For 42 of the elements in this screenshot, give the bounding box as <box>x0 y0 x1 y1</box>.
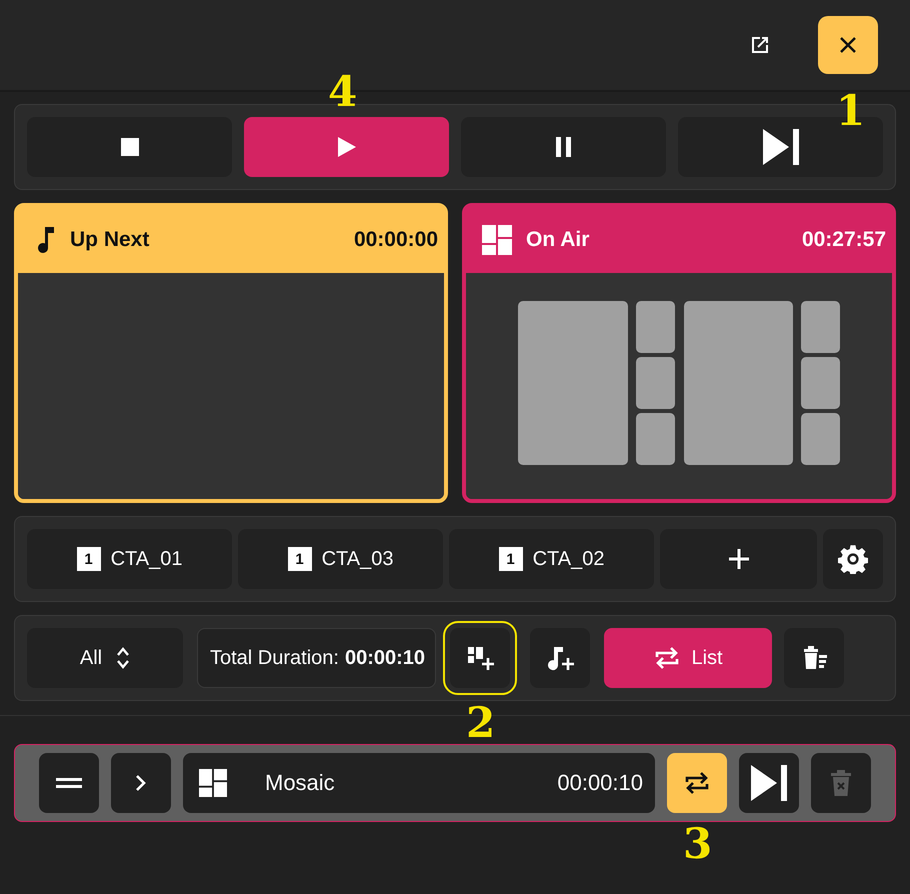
clear-list-button[interactable] <box>784 628 844 688</box>
annotation-number: 2 <box>466 702 496 744</box>
settings-button[interactable] <box>823 529 884 589</box>
add-layout-button[interactable] <box>450 628 510 688</box>
stop-button[interactable] <box>27 117 232 177</box>
skip-next-button[interactable] <box>739 753 799 813</box>
drag-handle-icon <box>56 777 82 789</box>
card-title: On Air <box>526 228 590 252</box>
item-duration: 00:00:10 <box>557 770 643 796</box>
cta-button[interactable]: 1 CTA_02 <box>449 529 654 589</box>
item-title: Mosaic <box>265 770 336 796</box>
trash-icon <box>830 769 852 797</box>
skip-next-icon <box>750 764 788 802</box>
playlist-entry[interactable]: Mosaic 00:00:10 <box>183 753 655 813</box>
play-icon <box>336 136 356 158</box>
card-title: Up Next <box>70 228 150 252</box>
card-time: 00:00:00 <box>354 228 438 252</box>
annotation-number: 4 <box>328 71 358 113</box>
repeat-icon <box>653 645 682 671</box>
expand-button[interactable] <box>111 753 171 813</box>
sort-chevrons-icon <box>116 646 130 670</box>
close-button[interactable] <box>818 16 878 74</box>
skip-next-icon <box>762 128 800 166</box>
annotation-number: 3 <box>683 823 712 865</box>
settings-icon <box>838 544 868 574</box>
filter-dropdown[interactable]: All <box>27 628 183 688</box>
plus-icon <box>728 548 750 570</box>
loop-button[interactable] <box>667 753 727 813</box>
cta-button[interactable]: 1 CTA_01 <box>27 529 232 589</box>
add-audio-button[interactable] <box>530 628 590 688</box>
repeat-icon <box>683 770 711 796</box>
card-time: 00:27:57 <box>802 228 886 252</box>
stop-icon <box>120 137 140 157</box>
loop-list-button[interactable]: List <box>604 628 772 688</box>
layout-icon <box>199 768 227 798</box>
annotation-number: 1 <box>836 90 866 132</box>
total-duration: Total Duration: 00:00:10 <box>197 628 436 688</box>
pause-icon <box>554 136 574 158</box>
cta-button[interactable]: 1 CTA_03 <box>238 529 444 589</box>
chevron-right-icon <box>135 774 147 792</box>
layout-icon <box>482 225 512 255</box>
drag-handle[interactable] <box>39 753 99 813</box>
